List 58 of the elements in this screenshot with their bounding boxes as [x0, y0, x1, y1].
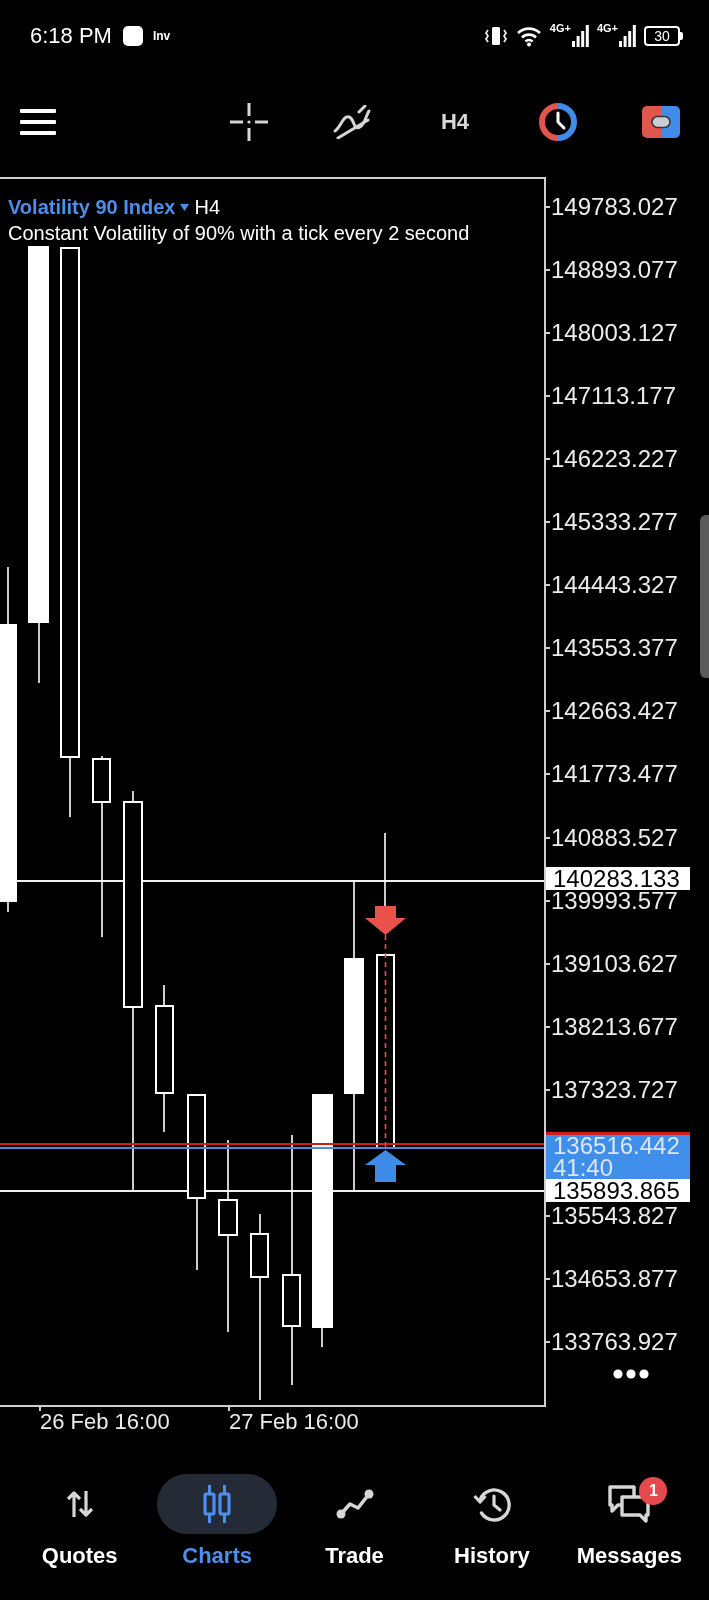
price-label: 145333.277 [551, 512, 678, 533]
symbol-name: Volatility 90 Index [8, 195, 176, 219]
down-arrow-icon [365, 906, 406, 935]
chart-timeframe: H4 [194, 195, 221, 219]
price-label: 141773.477 [551, 764, 678, 785]
up-down-arrows-icon [64, 1489, 95, 1519]
price-label: 140883.527 [551, 827, 678, 848]
time-label: 27 Feb 16:00 [229, 1410, 359, 1434]
nav-tab[interactable]: Charts [148, 1440, 286, 1600]
price-label: 144443.327 [551, 575, 678, 596]
more-icon[interactable] [613, 1369, 649, 1379]
nav-tab[interactable]: History [423, 1440, 561, 1600]
price-label: 135543.827 [551, 1205, 678, 1226]
crosshair-icon [230, 103, 268, 141]
price-label: 142663.427 [551, 701, 678, 722]
current-price: 136516.442 [553, 1135, 681, 1157]
price-label: 134653.877 [551, 1268, 678, 1289]
menu-icon [20, 109, 56, 135]
price-label: 148003.127 [551, 323, 678, 344]
line-chart-icon [335, 1489, 374, 1519]
price-level-label: 135893.865 [546, 1179, 690, 1202]
clock-icon [539, 103, 577, 141]
battery-indicator: 30 [644, 26, 683, 46]
timeframe-button[interactable]: H4 [407, 100, 503, 144]
network-type-label: 4G+ [596, 22, 618, 34]
price-label: 147113.177 [551, 386, 676, 407]
price-label: 146223.227 [551, 449, 678, 470]
bar-countdown: 41:40 [553, 1157, 615, 1179]
vibrate-icon [483, 25, 508, 47]
edge-handle[interactable] [700, 515, 709, 678]
symbol-description: Constant Volatility of 90% with a tick every 2 second [8, 221, 470, 246]
wifi-icon [515, 25, 542, 47]
price-label: 137323.727 [551, 1079, 678, 1100]
app-square-icon [122, 26, 143, 46]
network-type-label: 4G+ [549, 22, 571, 34]
price-label: 143553.377 [551, 638, 678, 659]
signal-icon [619, 25, 636, 47]
toggle-icon [642, 106, 680, 138]
history-icon [472, 1486, 511, 1522]
status-time: 6:18 PM [30, 23, 112, 49]
nav-tab[interactable]: Trade [285, 1440, 424, 1600]
price-label: 139103.627 [551, 953, 678, 974]
caret-icon [180, 203, 190, 211]
wave-slash-icon [332, 105, 372, 139]
nav-tab[interactable]: Quotes [11, 1440, 149, 1600]
time-label: 26 Feb 16:00 [40, 1410, 170, 1434]
up-arrow-icon [365, 1150, 406, 1182]
candlestick-icon [202, 1485, 233, 1523]
price-level-label: 140283.133 [546, 867, 690, 890]
price-label: 133763.927 [551, 1331, 678, 1352]
price-label: 138213.677 [551, 1016, 678, 1037]
price-label: 149783.027 [551, 197, 678, 217]
notification-logo: Inv [152, 29, 171, 43]
price-label: 139993.577 [551, 890, 678, 911]
price-label: 148893.077 [551, 260, 678, 281]
signal-icon [571, 25, 589, 47]
nav-tab[interactable]: 1 Messages [560, 1440, 699, 1600]
notification-badge: 1 [639, 1477, 668, 1505]
